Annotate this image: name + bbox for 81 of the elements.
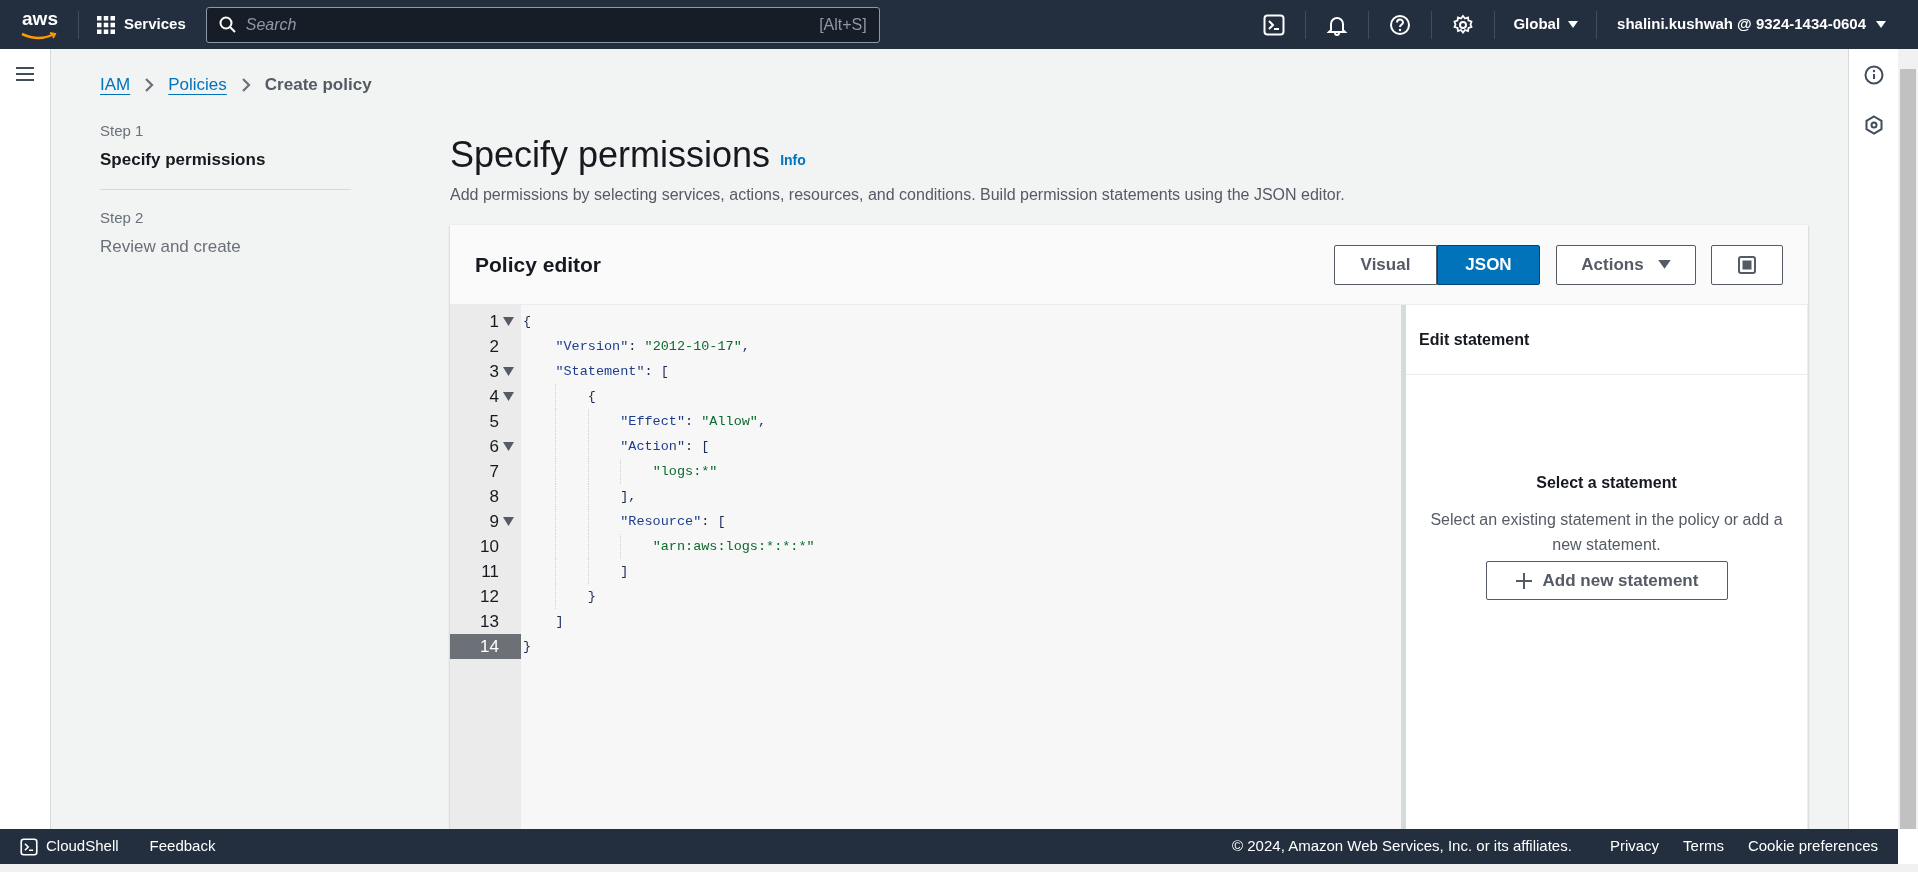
grid-icon: [97, 15, 115, 34]
line-number: 9: [450, 509, 521, 534]
breadcrumb-link[interactable]: Policies: [168, 72, 227, 98]
code-line: "Effect": "Allow",: [619, 413, 767, 431]
line-number: 8: [488, 485, 500, 508]
code-line: "Statement": [: [554, 363, 669, 381]
line-number: 11: [480, 560, 500, 583]
code-line: "arn:aws:logs:*:*:*": [651, 538, 815, 556]
code-line: "Action": [: [619, 438, 710, 456]
code-line: {: [523, 313, 532, 331]
code-line: }: [523, 638, 532, 656]
hexagon-icon[interactable]: [1863, 115, 1884, 135]
line-number: 13: [479, 610, 500, 633]
fold-icon[interactable]: [502, 442, 514, 451]
copyright-text: © 2024, Amazon Web Services, Inc. or its affiliates.: [1232, 836, 1572, 857]
line-number: 4: [450, 384, 521, 409]
shortcut-hint: [Alt+S]: [819, 14, 867, 35]
code-line: ]: [619, 563, 629, 581]
line-number: 10: [479, 535, 500, 558]
step-number: Step 1: [100, 121, 145, 141]
mode-tab[interactable]: Visual: [1334, 244, 1437, 285]
code-line: "Resource": [: [619, 513, 726, 531]
code-line: }: [586, 588, 596, 606]
code-line: ]: [554, 613, 564, 631]
line-number: 6: [450, 434, 521, 459]
cloudshell-icon: [20, 837, 38, 856]
caret-icon: [1876, 20, 1886, 29]
footer-link[interactable]: Cookie preferences: [1747, 835, 1878, 858]
region-menu[interactable]: Global: [1495, 13, 1597, 36]
empty-state-title: Select a statement: [1536, 473, 1677, 493]
empty-state-text: Select an existing statement in the policy or add a new statement.: [1429, 510, 1784, 555]
add-statement-button[interactable]: Add new statement: [1485, 561, 1728, 600]
code-line: "logs:*": [651, 463, 718, 481]
panel-title: Edit statement: [1419, 329, 1530, 350]
footer-link[interactable]: CloudShell: [20, 835, 119, 858]
line-number: 12: [479, 585, 500, 608]
code-line: "Version": "2012-10-17",: [554, 338, 750, 356]
fold-icon[interactable]: [502, 392, 514, 401]
chevron-icon: [144, 77, 155, 93]
scrollbar-thumb[interactable]: [1900, 69, 1916, 829]
scrollbar[interactable]: [1898, 49, 1918, 829]
search-input[interactable]: Search: [245, 12, 810, 37]
line-number: 14: [450, 634, 521, 659]
footer-link[interactable]: Privacy: [1609, 835, 1660, 858]
step-link[interactable]: Review and create: [100, 236, 351, 258]
line-number: 2: [488, 335, 500, 358]
actions-button[interactable]: Actions: [1556, 244, 1696, 285]
info-link[interactable]: Info: [780, 150, 806, 171]
aws-logo[interactable]: aws: [20, 8, 60, 41]
mode-tab[interactable]: JSON: [1437, 244, 1540, 285]
account-menu[interactable]: shalini.kushwah @ 9324-1434-0604: [1597, 13, 1898, 36]
chevron-icon: [240, 77, 251, 93]
page-description: Add permissions by selecting services, actions, resources, and conditions. Build permission statements using the JSON editor.: [450, 185, 1346, 205]
line-number: 5: [488, 410, 500, 433]
caret-icon: [1568, 20, 1579, 29]
menu-icon[interactable]: [15, 65, 35, 83]
footer-link[interactable]: Feedback: [149, 835, 216, 858]
line-number: 1: [450, 309, 521, 334]
line-number: 7: [488, 460, 500, 483]
fullscreen-button[interactable]: [1711, 244, 1783, 285]
fold-icon[interactable]: [502, 317, 514, 326]
line-number: 3: [450, 359, 521, 384]
plus-icon: [1514, 571, 1533, 590]
fold-icon[interactable]: [502, 517, 514, 526]
search-icon: [218, 16, 236, 33]
footer-link[interactable]: Terms: [1683, 835, 1724, 858]
step-number: Step 2: [100, 208, 145, 228]
search-field[interactable]: Search [Alt+S]: [205, 6, 880, 43]
fold-icon[interactable]: [502, 367, 514, 376]
code-line: {: [586, 388, 596, 406]
services-button[interactable]: Services: [97, 13, 186, 36]
caret-icon: [1657, 259, 1671, 270]
editor-title: Policy editor: [475, 251, 602, 278]
code-line: ],: [619, 488, 637, 506]
breadcrumb-current: Create policy: [264, 74, 372, 97]
info-icon[interactable]: [1863, 65, 1884, 85]
breadcrumb-link[interactable]: IAM: [100, 72, 131, 98]
step-link[interactable]: Specify permissions: [100, 149, 351, 171]
horizontal-scrollbar[interactable]: [0, 864, 1918, 872]
fullscreen-icon: [1738, 255, 1756, 274]
page-title: Specify permissions: [450, 135, 771, 175]
